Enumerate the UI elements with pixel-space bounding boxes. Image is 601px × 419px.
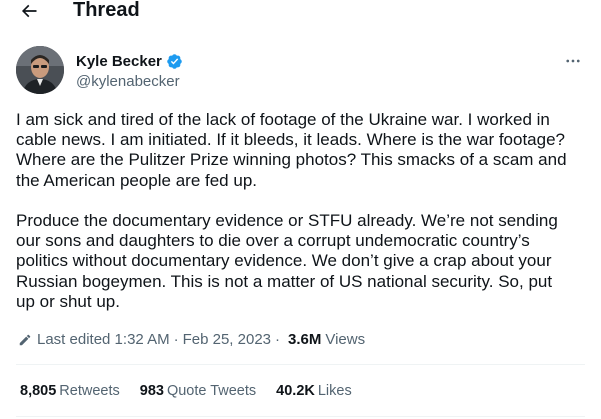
quote-tweets-stat[interactable]: 983 Quote Tweets	[140, 382, 256, 400]
author-name[interactable]: Kyle Becker	[76, 52, 183, 71]
divider	[16, 416, 585, 417]
retweets-label: Retweets	[59, 383, 120, 399]
tweet-line: cable news. I am initiated. If it bleeds…	[16, 130, 566, 150]
likes-label: Likes	[317, 383, 352, 399]
author-handle[interactable]: @kylenabecker	[76, 72, 180, 91]
page-title: Thread	[73, 0, 140, 21]
retweets-count: 8,805	[20, 383, 57, 399]
meta-separator: ·	[173, 331, 179, 348]
tweet-line: Russian bogeymen. This is not a matter o…	[16, 271, 553, 291]
verified-badge-icon	[167, 54, 182, 69]
edit-history-link[interactable]: Last edited 1:32 AM	[37, 330, 170, 349]
tweet-line: I am sick and tired of the lack of foota…	[16, 110, 550, 129]
avatar[interactable]	[16, 46, 64, 94]
pencil-icon	[19, 334, 31, 345]
more-options-button[interactable]	[560, 50, 586, 72]
tweet-line: Produce the documentary evidence or STFU…	[16, 211, 558, 230]
tweet-meta: Last edited 1:32 AM · Feb 25, 2023 · 3.6…	[18, 330, 365, 349]
retweets-stat[interactable]: 8,805 Retweets	[20, 382, 120, 400]
back-button[interactable]	[14, 0, 44, 22]
more-horizontal-icon	[566, 59, 580, 63]
tweet-line: Where are the Pulitzer Prize winning pho…	[16, 150, 567, 170]
tweet-date-link[interactable]: Feb 25, 2023	[183, 330, 271, 349]
tweet-line: our sons and daughters to die over a cor…	[16, 231, 530, 251]
quote-tweets-label: Quote Tweets	[166, 383, 257, 399]
tweet-line: politics without documentary evidence. W…	[16, 251, 552, 271]
divider	[16, 364, 585, 365]
views-label: Views	[325, 331, 366, 348]
author-name-text: Kyle Becker	[76, 53, 162, 70]
tweet-paragraph-2: Produce the documentary evidence or STFU…	[16, 211, 596, 312]
meta-separator: ·	[275, 331, 280, 348]
tweet-paragraph-1: I am sick and tired of the lack of foota…	[16, 110, 596, 191]
arrow-left-icon	[21, 4, 37, 18]
tweet-line: up or shut up.	[16, 291, 120, 311]
likes-stat[interactable]: 40.2K Likes	[276, 382, 352, 400]
engagement-stats: 8,805 Retweets 983 Quote Tweets 40.2K Likes	[20, 382, 372, 400]
quote-tweets-count: 983	[139, 383, 164, 399]
tweet-line: the American people are fed up.	[16, 170, 257, 190]
avatar-image	[16, 46, 64, 94]
thread-header: Thread	[0, 0, 601, 24]
views-count: 3.6M	[288, 331, 322, 348]
likes-count: 40.2K	[276, 383, 315, 399]
